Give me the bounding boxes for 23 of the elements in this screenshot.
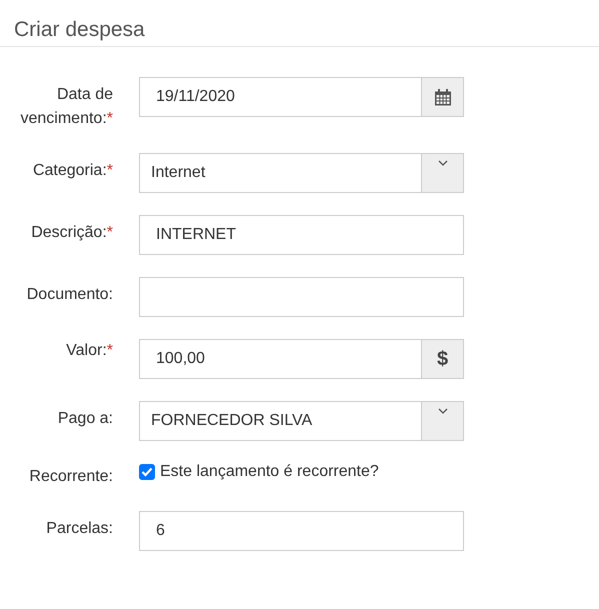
chevron-down-icon (438, 408, 448, 414)
select-field[interactable]: Internet (139, 153, 464, 193)
field-label: Valor:* (66, 341, 113, 361)
date-field[interactable]: 19/11/2020 (139, 77, 422, 117)
text-field[interactable] (139, 277, 464, 317)
checkbox[interactable] (139, 464, 155, 480)
calendar-icon (434, 88, 452, 106)
field-label: Data de vencimento:* (20, 85, 113, 129)
field-label: Categoria:* (32, 161, 113, 181)
text-field[interactable]: 6 (139, 511, 464, 551)
field-label: Recorrente: (29, 467, 113, 487)
field-label: Documento: (26, 285, 113, 305)
text-field[interactable]: INTERNET (139, 215, 464, 255)
field-label: Descrição:* (31, 223, 113, 243)
field-label: Pago a: (58, 409, 113, 429)
field-label: Parcelas: (46, 519, 113, 539)
calendar-button[interactable] (422, 77, 464, 117)
chevron-down-icon (438, 160, 448, 166)
select-field[interactable]: FORNECEDOR SILVA (139, 401, 464, 441)
amount-field[interactable]: 100,00 (139, 339, 422, 379)
checkbox-label: Este lançamento é recorrente? (160, 463, 379, 481)
form-title: Criar despesa (14, 18, 145, 41)
currency-addon: $ (422, 339, 464, 379)
